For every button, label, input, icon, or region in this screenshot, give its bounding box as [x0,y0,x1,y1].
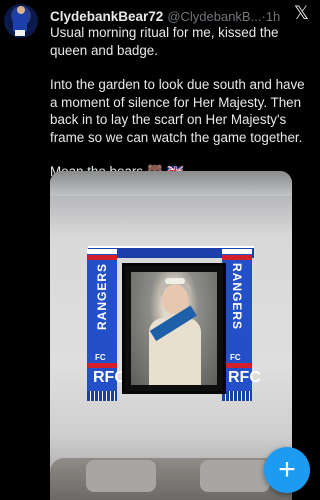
compose-button[interactable]: + [264,447,310,493]
post-header: ClydebankBear72 @ClydebankB... · 1h [50,7,309,25]
tiara-icon [165,278,185,284]
scarf-stripe-red [87,255,117,260]
scarf-left-side: RANGERS FC RFC [87,249,126,401]
scarf-fc-text: FC [230,353,241,362]
avatar[interactable] [4,4,38,38]
author-handle[interactable]: @ClydebankB... [167,9,261,24]
portrait-painting [131,272,217,385]
scarf-fringe [87,391,117,401]
sofa-cushion [86,460,156,492]
scarf-rangers-text: RANGERS [230,263,244,331]
attached-photo[interactable]: RANGERS FC RFC RANGERS FC RFC [50,171,292,500]
author-name[interactable]: ClydebankBear72 [50,9,163,24]
avatar-head [17,6,25,14]
tweet-paragraph-2: Into the garden to look due south and ha… [50,77,305,145]
scarf-stripe-red [222,255,252,260]
scarf-stripe [87,249,117,254]
rfc-crest-icon: RFC [228,369,261,386]
scarf-right-side: RANGERS FC RFC [222,249,261,401]
scarf-fringe [222,391,252,401]
scarf-rangers-text: RANGERS [95,263,109,331]
tweet-paragraph-1: Usual morning ritual for me, kissed the … [50,25,279,58]
post-time[interactable]: 1h [266,9,280,24]
portrait-frame [122,263,226,394]
ceiling [50,171,292,196]
sofa-cushion [200,460,270,492]
scarf-stripe-red [87,363,117,368]
x-logo-icon[interactable]: 𝕏 [294,4,309,23]
scarf-fc-text: FC [95,353,106,362]
avatar-legs [15,30,25,36]
scarf-stripe-red [222,363,252,368]
rfc-crest-icon: RFC [93,369,126,386]
scarf-stripe [222,249,252,254]
